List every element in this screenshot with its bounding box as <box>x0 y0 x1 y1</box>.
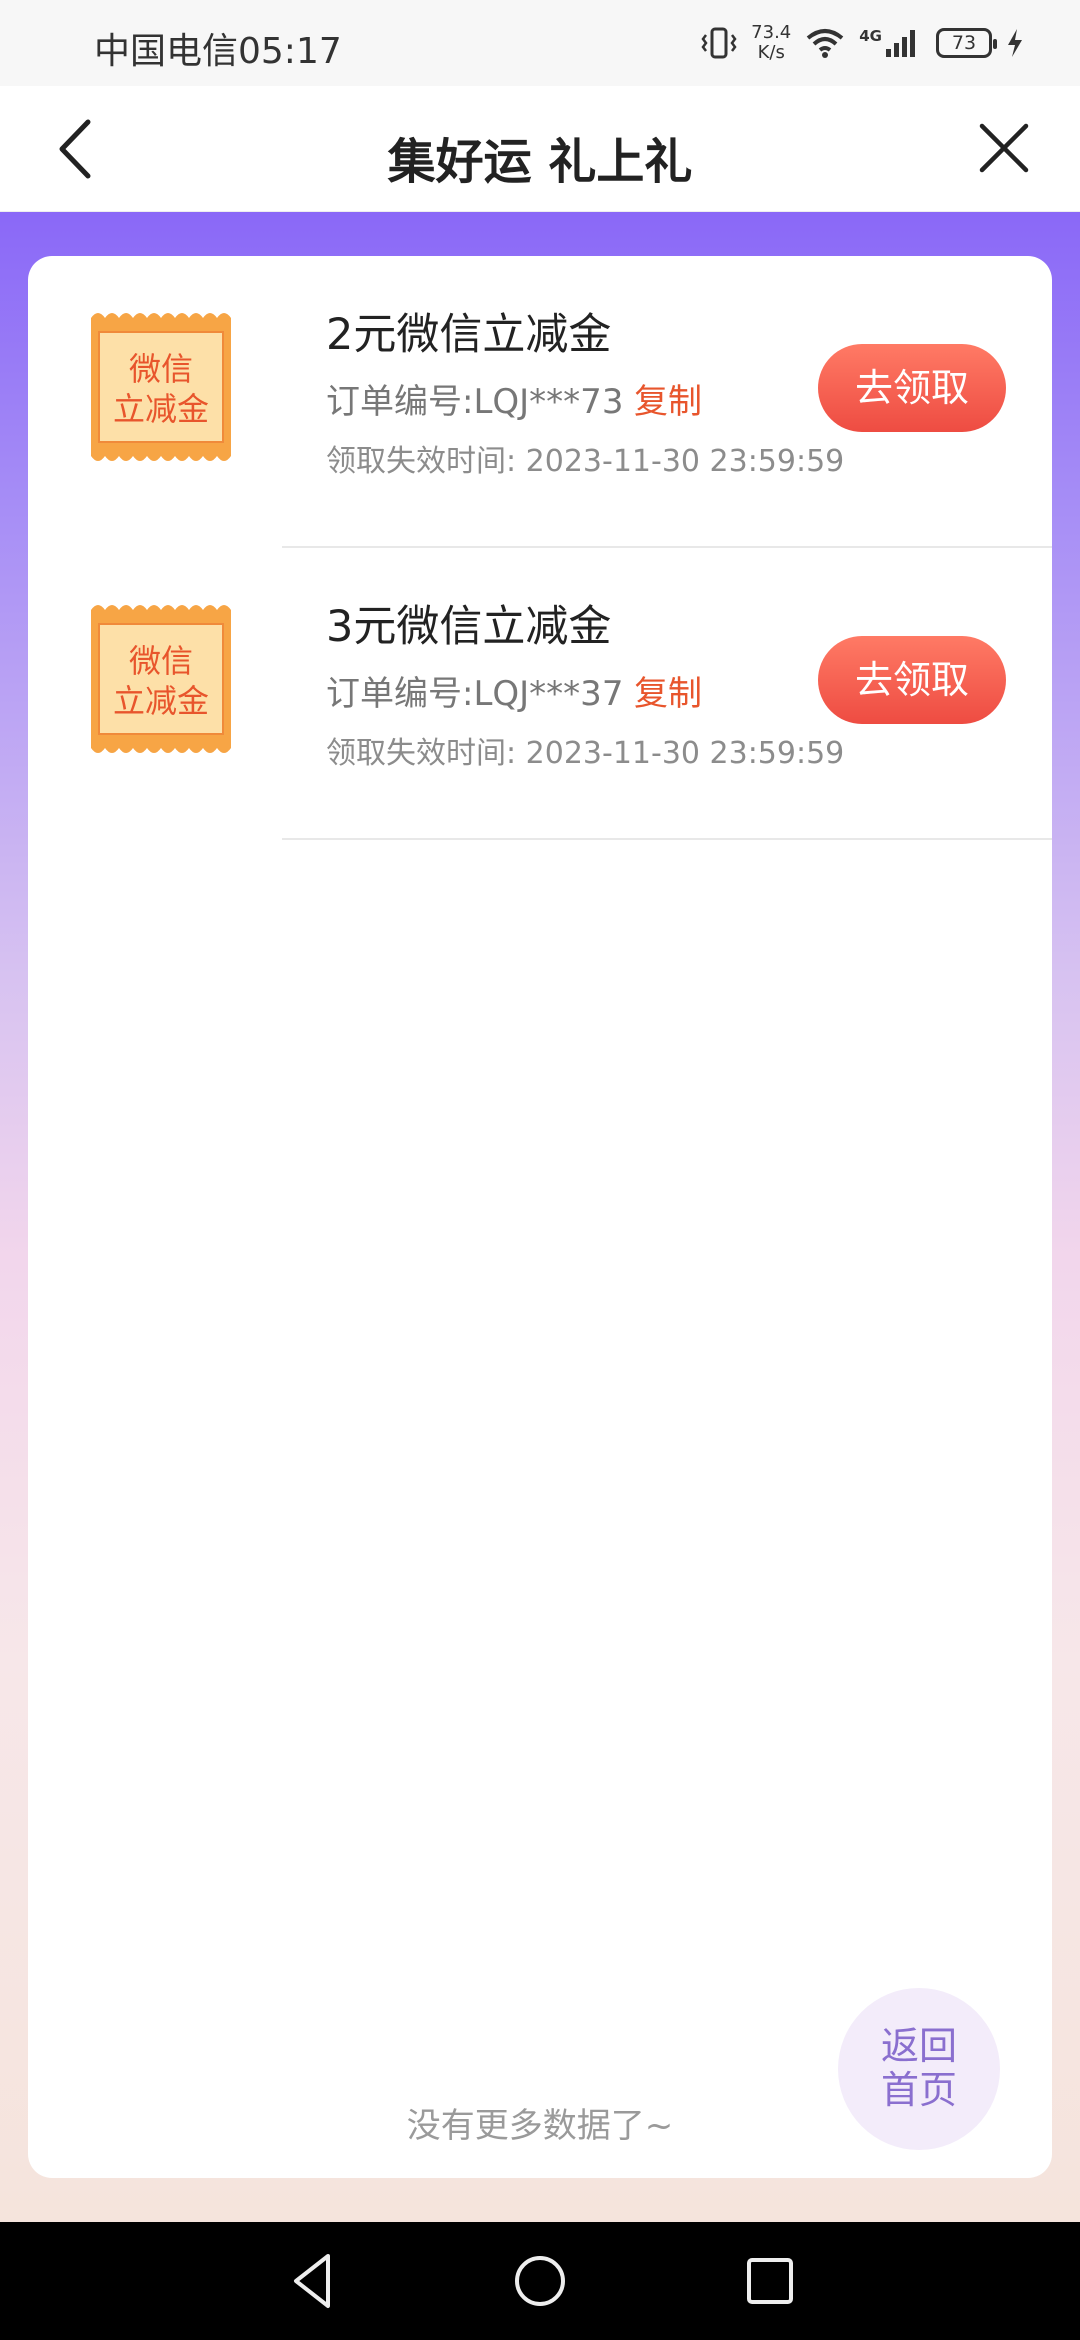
vibrate-icon <box>701 27 737 59</box>
carrier-time: 中国电信05:17 <box>94 31 342 72</box>
charging-icon <box>1008 29 1022 57</box>
copy-link[interactable]: 复制 <box>634 666 702 715</box>
nav-home-circle-icon[interactable] <box>512 2222 568 2340</box>
signal-icon <box>886 30 915 57</box>
coupon-icon-text-line2: 立减金 <box>113 682 209 720</box>
nav-recents-square-icon[interactable] <box>742 2222 798 2340</box>
close-icon[interactable] <box>976 120 1032 176</box>
list-item: 微信 立减金 2元微信立减金 订单编号:LQJ***73 复制 领取失效时间: … <box>28 256 1052 548</box>
coupon-list-card: 微信 立减金 2元微信立减金 订单编号:LQJ***73 复制 领取失效时间: … <box>28 256 1052 2178</box>
coupon-ticket-icon: 微信 立减金 <box>91 605 231 753</box>
divider <box>282 838 1052 840</box>
expire-time: 领取失效时间: 2023-11-30 23:59:59 <box>326 736 845 771</box>
coupon-icon-text-line1: 微信 <box>129 642 193 680</box>
system-nav-bar <box>0 2222 1080 2340</box>
home-button-label-line1: 返回 <box>880 2024 957 2068</box>
nav-back-triangle-icon[interactable] <box>284 2222 340 2340</box>
order-number: 订单编号:LQJ***73 <box>326 382 624 422</box>
order-number: 订单编号:LQJ***37 <box>326 674 624 714</box>
claim-button[interactable]: 去领取 <box>818 636 1006 724</box>
status-icons: 73.4 K/s 4G 73 <box>701 18 1024 68</box>
coupon-icon-text-line1: 微信 <box>129 350 193 388</box>
net-speed: 73.4 K/s <box>751 23 791 63</box>
item-title: 3元微信立减金 <box>326 602 612 652</box>
net-speed-value: 73.4 <box>751 22 792 43</box>
copy-link[interactable]: 复制 <box>634 374 702 423</box>
network-type-label: 4G <box>859 27 882 45</box>
page-title: 集好运 礼上礼 <box>387 134 693 190</box>
return-home-button[interactable]: 返回 首页 <box>838 1988 1000 2150</box>
claim-button[interactable]: 去领取 <box>818 344 1006 432</box>
nav-bar: 集好运 礼上礼 <box>0 86 1080 212</box>
net-speed-unit: K/s <box>757 42 785 63</box>
expire-time: 领取失效时间: 2023-11-30 23:59:59 <box>326 444 845 479</box>
coupon-icon-text-line2: 立减金 <box>113 390 209 428</box>
list-item: 微信 立减金 3元微信立减金 订单编号:LQJ***37 复制 领取失效时间: … <box>28 548 1052 840</box>
home-button-label-line2: 首页 <box>880 2068 957 2112</box>
wifi-icon <box>806 29 844 58</box>
battery-indicator: 73 <box>936 28 997 58</box>
coupon-ticket-icon: 微信 立减金 <box>91 313 231 461</box>
status-bar: 中国电信05:17 73.4 K/s 4G 73 <box>0 0 1080 86</box>
item-title: 2元微信立减金 <box>326 310 612 360</box>
